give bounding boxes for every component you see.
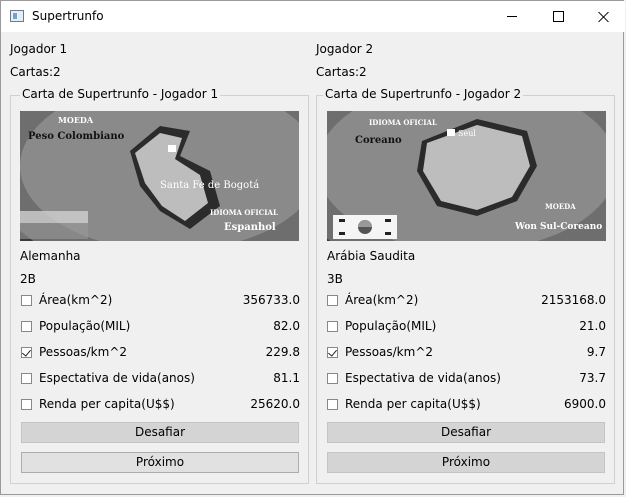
- checkbox[interactable]: [327, 295, 338, 306]
- player1-attr-life-expectancy[interactable]: Espectativa de vida(anos) 81.1: [21, 369, 300, 389]
- player1-img-capital: Santa Fe de Bogotá: [160, 180, 259, 191]
- attr-value: 82.0: [273, 319, 300, 333]
- player2-code: 3B: [327, 272, 343, 286]
- player2-attr-density[interactable]: Pessoas/km^2 9.7: [327, 343, 606, 363]
- player2-img-idioma: IDIOMA OFICIAL: [369, 118, 437, 127]
- attr-label: Renda per capita(U$$): [39, 397, 175, 411]
- player1-cards-count: Cartas:2: [10, 65, 61, 79]
- attr-value: 6900.0: [564, 397, 606, 411]
- player1-attr-population[interactable]: População(MIL) 82.0: [21, 317, 300, 337]
- player2-card-image: IDIOMA OFICIAL Coreano Seul MOEDA Won Su…: [327, 111, 606, 241]
- player1-code: 2B: [20, 272, 36, 286]
- attr-label: Área(km^2): [345, 293, 419, 307]
- checkbox[interactable]: [327, 347, 338, 358]
- attr-label: Espectativa de vida(anos): [345, 371, 501, 385]
- attr-value: 356733.0: [242, 293, 300, 307]
- attr-label: População(MIL): [39, 319, 131, 333]
- player2-attr-population[interactable]: População(MIL) 21.0: [327, 317, 606, 337]
- attr-value: 25620.0: [250, 397, 300, 411]
- attr-label: Renda per capita(U$$): [345, 397, 481, 411]
- player2-attr-area[interactable]: Área(km^2) 2153168.0: [327, 291, 606, 311]
- player2-next-button[interactable]: Próximo: [327, 452, 605, 473]
- attr-value: 2153168.0: [541, 293, 606, 307]
- player2-group-title: Carta de Supertrunfo - Jogador 2: [323, 87, 524, 101]
- player2-attr-income[interactable]: Renda per capita(U$$) 6900.0: [327, 395, 606, 415]
- player1-attr-income[interactable]: Renda per capita(U$$) 25620.0: [21, 395, 300, 415]
- player1-attr-density[interactable]: Pessoas/km^2 229.8: [21, 343, 300, 363]
- player1-name: Jogador 1: [10, 42, 68, 56]
- player2-country: Arábia Saudita: [327, 249, 416, 263]
- attr-label: População(MIL): [345, 319, 437, 333]
- player2-img-moeda: MOEDA: [545, 202, 576, 211]
- checkbox[interactable]: [21, 295, 32, 306]
- player2-attr-life-expectancy[interactable]: Espectativa de vida(anos) 73.7: [327, 369, 606, 389]
- checkbox[interactable]: [21, 373, 32, 384]
- attr-label: Espectativa de vida(anos): [39, 371, 195, 385]
- player1-card-image: MOEDA Peso Colombiano Santa Fe de Bogotá…: [20, 111, 299, 241]
- minimize-icon: [507, 16, 517, 17]
- player1-img-moeda: MOEDA: [58, 115, 94, 125]
- attr-value: 9.7: [586, 345, 606, 359]
- attr-value: 21.0: [579, 319, 606, 333]
- checkbox[interactable]: [327, 373, 338, 384]
- player1-img-idioma: IDIOMA OFICIAL: [210, 208, 278, 217]
- minimize-button[interactable]: [489, 1, 535, 32]
- player2-img-capital: Seul: [458, 129, 476, 138]
- app-icon: [10, 10, 24, 22]
- checkbox[interactable]: [327, 399, 338, 410]
- player2-img-idioma-value: Coreano: [355, 135, 402, 146]
- checkbox[interactable]: [21, 399, 32, 410]
- player2-cards-count: Cartas:2: [316, 65, 367, 79]
- checkbox[interactable]: [21, 321, 32, 332]
- close-button[interactable]: [581, 1, 626, 32]
- attr-value: 73.7: [579, 371, 606, 385]
- player1-attr-area[interactable]: Área(km^2) 356733.0: [21, 291, 300, 311]
- player1-challenge-button[interactable]: Desafiar: [21, 422, 299, 443]
- window-title: Supertrunfo: [32, 9, 104, 23]
- player2-name: Jogador 2: [316, 42, 374, 56]
- player1-img-moeda-value: Peso Colombiano: [28, 131, 125, 142]
- player1-country: Alemanha: [20, 249, 81, 263]
- attr-value: 81.1: [273, 371, 300, 385]
- player1-next-button[interactable]: Próximo: [21, 452, 299, 473]
- title-bar: Supertrunfo: [1, 1, 625, 32]
- maximize-icon: [552, 11, 564, 22]
- checkbox[interactable]: [21, 347, 32, 358]
- player1-group-title: Carta de Supertrunfo - Jogador 1: [20, 87, 221, 101]
- checkbox[interactable]: [327, 321, 338, 332]
- attr-label: Pessoas/km^2: [345, 345, 434, 359]
- attr-label: Área(km^2): [39, 293, 113, 307]
- close-icon: [598, 11, 610, 23]
- attr-value: 229.8: [265, 345, 300, 359]
- player2-challenge-button[interactable]: Desafiar: [327, 422, 605, 443]
- maximize-button[interactable]: [535, 1, 581, 32]
- attr-label: Pessoas/km^2: [39, 345, 128, 359]
- player1-img-idioma-value: Espanhol: [224, 222, 276, 233]
- player2-img-moeda-value: Won Sul-Coreano: [514, 222, 602, 232]
